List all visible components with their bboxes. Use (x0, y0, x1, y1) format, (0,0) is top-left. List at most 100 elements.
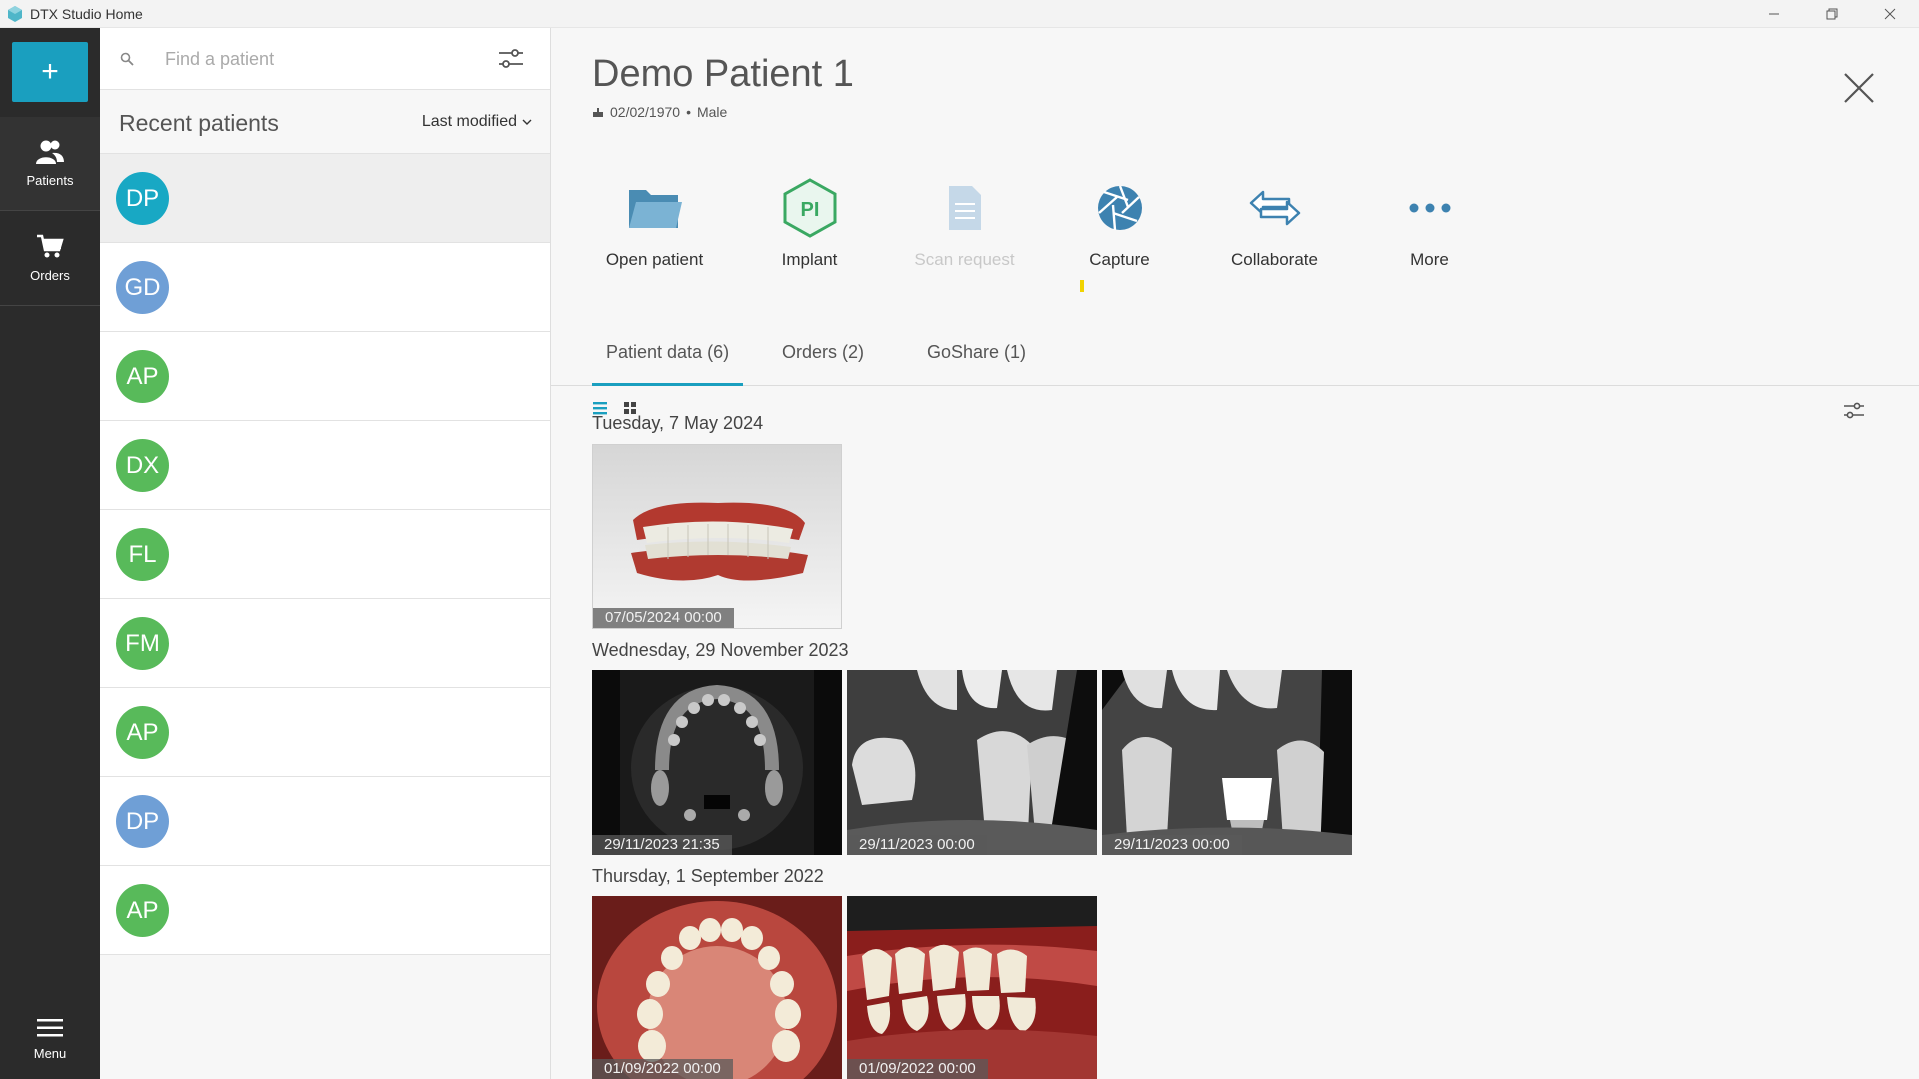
detail-tabs: Patient data (6) Orders (2) GoShare (1) (551, 328, 1919, 386)
thumbnail-photo-lateral[interactable]: 01/09/2022 00:00 (847, 896, 1097, 1079)
avatar: DP (116, 795, 169, 848)
open-patient-label: Open patient (605, 250, 704, 269)
patient-meta: 02/02/1970 • Male (592, 104, 727, 120)
sort-dropdown[interactable]: Last modified (422, 113, 532, 131)
date-group-heading: Tuesday, 7 May 2024 (592, 413, 764, 433)
thumbnail-timestamp: 29/11/2023 21:35 (592, 835, 732, 855)
document-icon (948, 186, 981, 230)
capture-button[interactable]: Capture (1042, 178, 1197, 270)
tab-orders-label: Orders (2) (782, 342, 865, 362)
app-logo-icon (8, 5, 22, 22)
avatar: GD (116, 261, 169, 314)
date-group-heading: Wednesday, 29 November 2023 (592, 640, 849, 660)
folder-icon (628, 190, 682, 228)
open-patient-button[interactable]: Open patient (577, 178, 732, 270)
tab-goshare[interactable]: GoShare (1) (913, 342, 1040, 386)
tab-orders[interactable]: Orders (2) (768, 342, 878, 386)
avatar: AP (116, 706, 169, 759)
thumbnail-timestamp: 07/05/2024 00:00 (593, 608, 734, 628)
menu-button[interactable]: Menu (0, 1000, 100, 1078)
patient-search-input[interactable] (165, 44, 465, 74)
add-patient-button[interactable]: + (12, 42, 88, 102)
avatar: DP (116, 172, 169, 225)
thumbnail-xray-1[interactable]: 29/11/2023 00:00 (847, 670, 1097, 855)
dental-3d-scan-image (593, 445, 841, 628)
patient-row[interactable]: FM (100, 599, 550, 688)
minimize-button[interactable] (1745, 0, 1803, 28)
recent-patients-title: Recent patients (119, 110, 279, 136)
patient-dob: 02/02/1970 (610, 104, 681, 120)
cart-icon (37, 234, 64, 258)
recent-patients-header: Recent patients Last modified (100, 90, 550, 154)
xray-image (847, 670, 1097, 855)
aperture-icon (1097, 185, 1142, 231)
avatar: DX (116, 439, 169, 492)
birthday-cake-icon (593, 108, 603, 117)
restore-icon (1826, 8, 1838, 20)
patient-row[interactable]: AP (100, 866, 550, 955)
patient-detail: Demo Patient 1 02/02/1970 • Male Open pa… (551, 28, 1919, 1079)
filter-sliders-icon[interactable] (498, 48, 524, 70)
thumbnail-photo-occlusal[interactable]: 01/09/2022 00:00 (592, 896, 842, 1079)
capture-progress-indicator (1080, 280, 1084, 292)
patients-icon (36, 140, 64, 164)
capture-label: Capture (1089, 250, 1150, 269)
avatar: FM (116, 617, 169, 670)
window-title: DTX Studio Home (30, 5, 143, 22)
intraoral-photo-image (592, 896, 842, 1079)
tab-patient-data-label: Patient data (6) (606, 342, 730, 362)
hamburger-icon (37, 1018, 63, 1036)
meta-separator: • (686, 104, 691, 120)
patient-row[interactable]: DP (100, 777, 550, 866)
intraoral-photo-image (847, 896, 1097, 1079)
thumbnail-xray-2[interactable]: 29/11/2023 00:00 (1102, 670, 1352, 855)
nav-patients[interactable]: Patients (0, 117, 100, 211)
left-rail: + Patients Orders Menu (0, 28, 100, 1079)
patient-list-panel: Recent patients Last modified DP GD AP DX FL… (100, 28, 551, 1079)
more-button[interactable]: More (1352, 178, 1507, 270)
patient-row[interactable]: AP (100, 688, 550, 777)
thumbnail-timestamp: 29/11/2023 00:00 (1102, 835, 1242, 855)
implant-button[interactable]: PI Implant (732, 178, 887, 270)
thumbnail-timestamp: 01/09/2022 00:00 (847, 1059, 988, 1079)
implant-label: Implant (781, 250, 838, 269)
patient-row[interactable]: DP (100, 154, 550, 243)
thumbnail-3d-scan[interactable]: 07/05/2024 00:00 (592, 444, 842, 629)
patient-search-bar (100, 28, 550, 90)
tab-patient-data[interactable]: Patient data (6) (592, 342, 744, 386)
search-icon (120, 52, 134, 66)
title-bar: DTX Studio Home (0, 0, 1919, 28)
thumbnail-timestamp: 29/11/2023 00:00 (847, 835, 987, 855)
more-dots-icon (1409, 203, 1450, 213)
nav-patients-label: Patients (26, 173, 74, 188)
exchange-arrows-icon (1249, 190, 1300, 226)
implant-pi-icon: PI (783, 178, 836, 238)
patient-row[interactable]: DX (100, 421, 550, 510)
patient-row[interactable]: FL (100, 510, 550, 599)
restore-button[interactable] (1803, 0, 1861, 28)
patient-rows: DP GD AP DX FL FM AP DP AP (100, 154, 550, 955)
scan-request-button[interactable]: Scan request (887, 178, 1042, 270)
xray-image (1102, 670, 1352, 855)
nav-orders[interactable]: Orders (0, 212, 100, 306)
more-label: More (1410, 250, 1449, 269)
data-filter-icon[interactable] (1843, 401, 1865, 421)
patient-row[interactable]: AP (100, 332, 550, 421)
close-window-button[interactable] (1861, 0, 1919, 28)
collaborate-button[interactable]: Collaborate (1197, 178, 1352, 270)
avatar: AP (116, 350, 169, 403)
close-icon (1884, 8, 1896, 20)
avatar: FL (116, 528, 169, 581)
chevron-down-icon (522, 119, 532, 125)
implant-icon-text: PI (800, 199, 819, 221)
thumbnail-timestamp: 01/09/2022 00:00 (592, 1059, 733, 1079)
thumbnail-ct-slice[interactable]: 29/11/2023 21:35 (592, 670, 842, 855)
patient-name: Demo Patient 1 (592, 53, 854, 95)
action-toolbar: Open patient PI Implant Scan request Cap… (577, 178, 1507, 270)
patient-row[interactable]: GD (100, 243, 550, 332)
close-patient-icon[interactable] (1841, 70, 1877, 106)
nav-orders-label: Orders (30, 268, 70, 283)
avatar: AP (116, 884, 169, 937)
sort-label: Last modified (421, 113, 517, 130)
minimize-icon (1769, 13, 1779, 15)
